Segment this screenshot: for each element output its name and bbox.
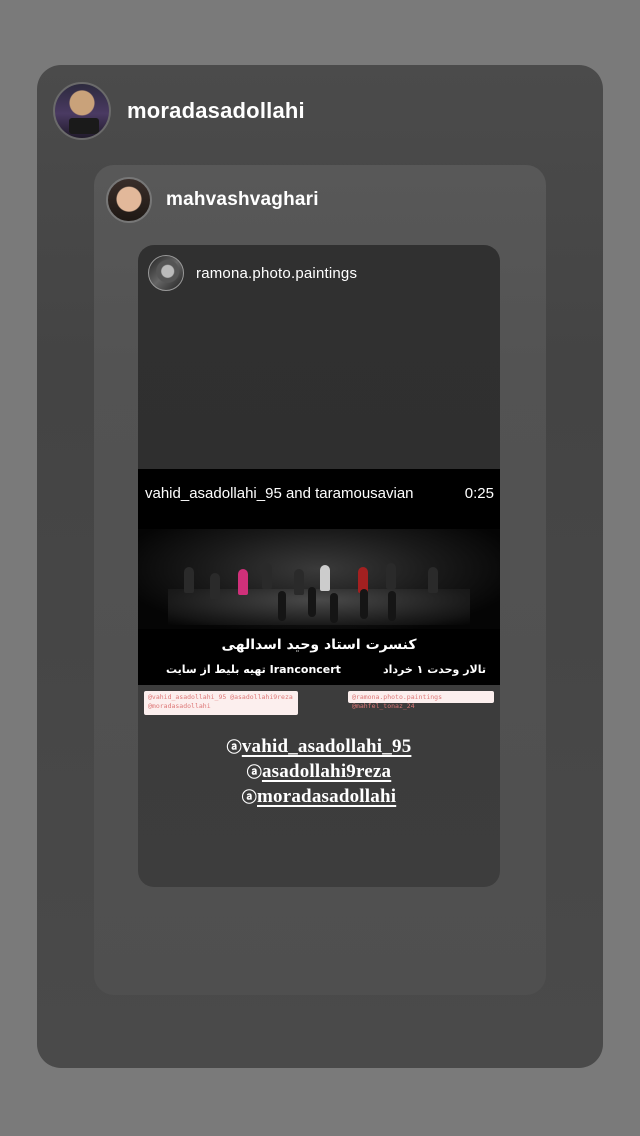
- musician: [238, 569, 248, 595]
- dancer: [360, 589, 368, 619]
- story-card: moradasadollahi mahvashvaghari ramona.ph…: [37, 65, 603, 1068]
- mention-at-icon: ⓐ: [246, 765, 262, 781]
- dancer: [278, 591, 286, 621]
- musician: [294, 569, 304, 595]
- avatar[interactable]: [53, 82, 111, 140]
- musician: [262, 563, 272, 589]
- mention-handle[interactable]: vahid_asadollahi_95: [242, 736, 412, 757]
- video-caption-venue: تالار وحدت ۱ خرداد: [382, 663, 486, 676]
- concert-stage-image: [138, 529, 500, 629]
- nested-poster-row[interactable]: ramona.photo.paintings: [148, 255, 357, 291]
- repost-poster-row[interactable]: mahvashvaghari: [106, 177, 319, 223]
- musician: [320, 565, 330, 591]
- video-caption-main: کنسرت استاد وحید اسدالهی: [221, 637, 417, 653]
- video-header: vahid_asadollahi_95 and taramousavian 0:…: [145, 485, 494, 502]
- mention-sticker[interactable]: @vahid_asadollahi_95 @asadollahi9reza @m…: [144, 691, 298, 715]
- mention-tag[interactable]: ⓐasadollahi9reza: [138, 760, 500, 785]
- mention-tag[interactable]: ⓐvahid_asadollahi_95: [138, 735, 500, 760]
- mention-sticker[interactable]: @ramona.photo.paintings @mahfel_tonaz_24: [348, 691, 494, 710]
- video-title[interactable]: vahid_asadollahi_95 and taramousavian: [145, 485, 414, 502]
- mention-tags: ⓐvahid_asadollahi_95 ⓐasadollahi9reza ⓐm…: [138, 735, 500, 810]
- dancer: [330, 593, 338, 623]
- video-caption-tickets: تهیه بلیط از سایت Iranconcert: [166, 663, 341, 676]
- nested-reposted-story[interactable]: ramona.photo.paintings vahid_asadollahi_…: [138, 245, 500, 887]
- mention-handle[interactable]: moradasadollahi: [257, 786, 396, 807]
- username[interactable]: moradasadollahi: [127, 98, 305, 124]
- mention-at-icon: ⓐ: [226, 740, 242, 756]
- nested-username[interactable]: ramona.photo.paintings: [196, 265, 357, 282]
- dancer: [388, 591, 396, 621]
- musician: [428, 567, 438, 593]
- video-player[interactable]: vahid_asadollahi_95 and taramousavian 0:…: [138, 469, 500, 685]
- musician: [184, 567, 194, 593]
- repost-avatar[interactable]: [106, 177, 152, 223]
- poster-row[interactable]: moradasadollahi: [53, 81, 305, 141]
- dancer: [308, 587, 316, 617]
- reposted-story[interactable]: mahvashvaghari ramona.photo.paintings va…: [94, 165, 546, 995]
- musician: [386, 563, 396, 589]
- musician: [210, 573, 220, 599]
- mention-at-icon: ⓐ: [241, 790, 257, 806]
- nested-avatar[interactable]: [148, 255, 184, 291]
- mention-tag[interactable]: ⓐmoradasadollahi: [138, 785, 500, 810]
- video-duration: 0:25: [464, 485, 494, 502]
- repost-username[interactable]: mahvashvaghari: [166, 189, 319, 211]
- mention-handle[interactable]: asadollahi9reza: [262, 761, 391, 782]
